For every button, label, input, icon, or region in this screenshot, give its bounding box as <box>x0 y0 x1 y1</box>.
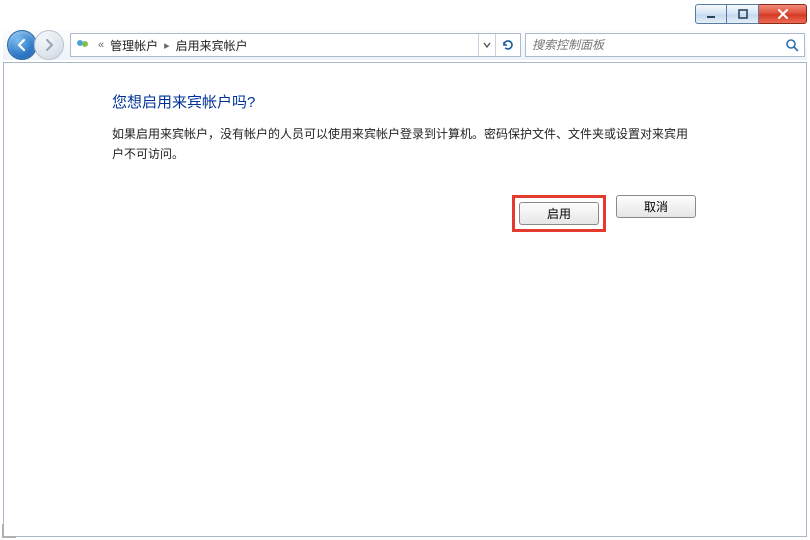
page-heading: 您想启用来宾帐户吗? <box>112 91 696 112</box>
window-controls <box>695 4 807 26</box>
cancel-button[interactable]: 取消 <box>616 195 696 218</box>
breadcrumb-sep-icon: « <box>94 39 108 51</box>
breadcrumb-dropdown[interactable] <box>478 34 495 56</box>
search-icon[interactable] <box>780 38 804 52</box>
users-icon <box>74 37 92 53</box>
content-pane: 您想启用来宾帐户吗? 如果启用来宾帐户，没有帐户的人员可以使用来宾帐户登录到计算… <box>3 62 807 537</box>
search-box[interactable] <box>525 33 805 57</box>
maximize-button[interactable] <box>727 4 759 24</box>
page-description: 如果启用来宾帐户，没有帐户的人员可以使用来宾帐户登录到计算机。密码保护文件、文件… <box>112 124 696 165</box>
breadcrumb-seg-2[interactable]: 启用来宾帐户 <box>174 37 250 54</box>
back-button[interactable] <box>7 30 37 60</box>
breadcrumb-seg-1[interactable]: 管理帐户 <box>108 37 160 54</box>
enable-button[interactable]: 启用 <box>519 202 599 225</box>
button-row: 启用 取消 <box>112 195 696 232</box>
forward-button[interactable] <box>34 30 64 60</box>
minimize-button[interactable] <box>695 4 727 24</box>
nav-row: « 管理帐户 ▸ 启用来宾帐户 <box>3 30 807 60</box>
refresh-button[interactable] <box>495 34 520 56</box>
search-input[interactable] <box>526 38 780 52</box>
highlight-annotation: 启用 <box>512 195 606 232</box>
chevron-right-icon: ▸ <box>160 39 174 52</box>
close-button[interactable] <box>759 4 807 24</box>
breadcrumb[interactable]: « 管理帐户 ▸ 启用来宾帐户 <box>70 33 521 57</box>
